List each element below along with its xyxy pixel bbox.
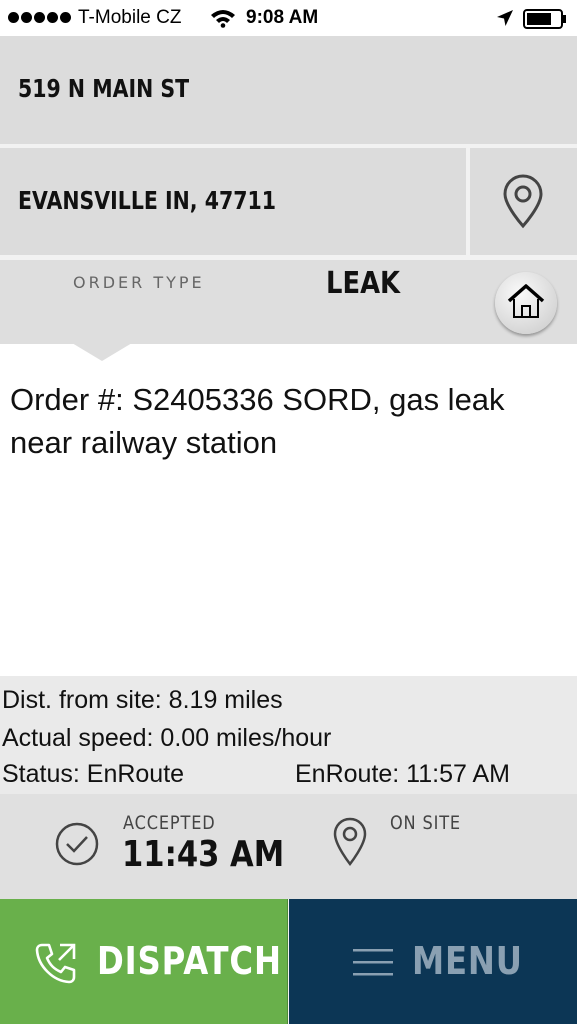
order-type-pointer-overlay: [72, 343, 132, 361]
order-type-label: ORDER TYPE: [73, 273, 205, 292]
actual-speed: Actual speed: 0.00 miles/hour: [2, 724, 332, 752]
trip-info-panel: Dist. from site: 8.19 miles Actual speed…: [0, 676, 577, 794]
home-button[interactable]: [495, 272, 557, 334]
accepted-label: ACCEPTED: [123, 812, 216, 834]
on-site-label: ON SITE: [390, 812, 461, 834]
menu-button[interactable]: MENU: [289, 899, 577, 1024]
accepted-check-icon: [54, 821, 100, 867]
city-address-row: EVANSVILLE IN, 47711: [0, 148, 466, 255]
map-pin-button[interactable]: [470, 148, 577, 255]
accepted-time: 11:43 AM: [122, 834, 285, 875]
status-text: Status: EnRoute: [2, 760, 185, 788]
battery-icon: [523, 9, 569, 29]
signal-strength-icon: [8, 12, 71, 24]
carrier-name: T-Mobile CZ: [78, 7, 182, 28]
status-bar: T-Mobile CZ 9:08 AM: [0, 0, 577, 36]
street-address: 519 N MAIN ST: [18, 74, 190, 103]
menu-label: MENU: [412, 939, 523, 983]
status-progress-row: ACCEPTED 11:43 AM ON SITE: [0, 794, 577, 899]
hamburger-menu-icon: [353, 947, 393, 977]
distance-from-site: Dist. from site: 8.19 miles: [2, 686, 283, 714]
enroute-time: EnRoute: 11:57 AM: [295, 760, 510, 788]
phone-call-icon: [34, 941, 78, 985]
street-address-row: 519 N MAIN ST: [0, 36, 577, 144]
order-type-row: ORDER TYPE LEAK: [0, 260, 577, 344]
map-pin-icon: [502, 173, 544, 229]
home-icon: [506, 282, 546, 320]
on-site-pin-icon: [332, 816, 368, 868]
dispatch-label: DISPATCH: [97, 939, 282, 983]
order-description: Order #: S2405336 SORD, gas leak near ra…: [10, 382, 505, 460]
order-type-value: LEAK: [326, 266, 401, 301]
dispatch-button[interactable]: DISPATCH: [0, 899, 288, 1024]
location-arrow-icon: [496, 9, 514, 27]
clock: 9:08 AM: [246, 7, 319, 28]
wifi-icon: [210, 8, 236, 28]
city-state-zip: EVANSVILLE IN, 47711: [18, 186, 277, 215]
